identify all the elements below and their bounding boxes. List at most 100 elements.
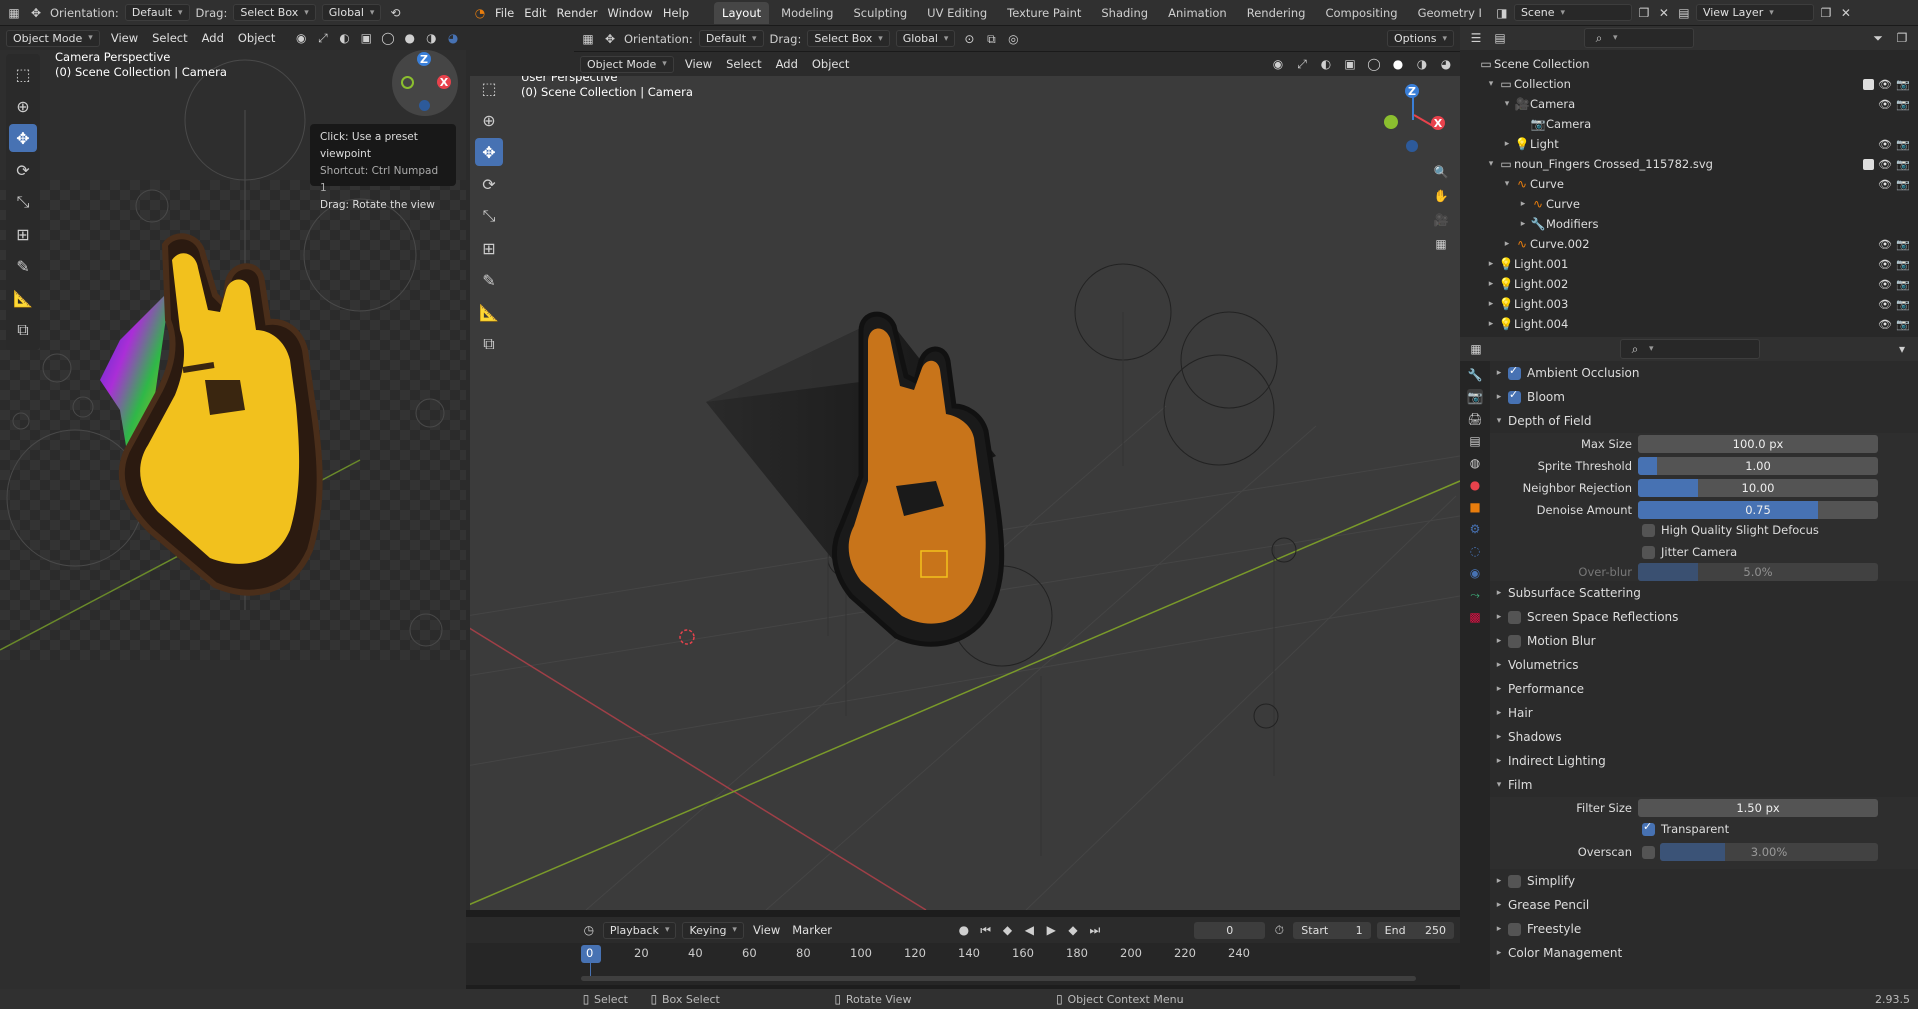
tab-texture-paint[interactable]: Texture Paint bbox=[999, 2, 1089, 24]
timeline-view-menu[interactable]: View bbox=[750, 923, 783, 937]
tab-geometry-nodes[interactable]: Geometry I bbox=[1410, 2, 1490, 24]
simplify-checkbox[interactable] bbox=[1508, 874, 1521, 888]
new-view-layer-icon[interactable]: ❐ bbox=[1818, 5, 1834, 21]
delete-view-layer-icon[interactable]: ✕ bbox=[1838, 5, 1854, 21]
scene-icon[interactable]: ◨ bbox=[1494, 5, 1510, 21]
main-add-cube-tool-icon[interactable]: ⧉ bbox=[475, 330, 503, 358]
neighbor-rejection-field[interactable]: 10.00 bbox=[1638, 479, 1878, 497]
jitter-camera-checkbox[interactable] bbox=[1642, 545, 1655, 559]
disclosure-triangle-icon[interactable]: ▸ bbox=[1484, 299, 1498, 309]
eye-icon[interactable]: 👁 bbox=[1878, 138, 1892, 151]
section-freestyle[interactable]: ▸ Freestyle bbox=[1490, 917, 1918, 941]
render-camera-icon[interactable]: 📷 bbox=[1896, 298, 1910, 311]
render-camera-icon[interactable]: 📷 bbox=[1896, 238, 1910, 251]
stopwatch-icon[interactable]: ⏱ bbox=[1271, 922, 1287, 938]
main-shading-wire-icon[interactable]: ◯ bbox=[1366, 56, 1382, 72]
gizmo-z-icon[interactable]: Z bbox=[417, 52, 431, 66]
eye-icon[interactable]: 👁 bbox=[1878, 318, 1892, 331]
main-viewport[interactable]: User Perspective (0) Scene Collection | … bbox=[466, 76, 1460, 910]
overlay-icon[interactable]: ◐ bbox=[338, 30, 352, 46]
disclosure-triangle-icon[interactable]: ▸ bbox=[1516, 199, 1530, 209]
world-tab-icon[interactable]: ● bbox=[1467, 477, 1483, 493]
material-tab-icon[interactable]: ▩ bbox=[1467, 609, 1483, 625]
keying-menu[interactable]: Keying bbox=[682, 921, 744, 939]
main-menu-select[interactable]: Select bbox=[723, 57, 764, 71]
ortho-grid-icon[interactable]: ▦ bbox=[1433, 236, 1449, 252]
cursor-tool-icon[interactable]: ⊕ bbox=[9, 92, 37, 120]
main-shading-material-icon[interactable]: ◑ bbox=[1414, 56, 1430, 72]
main-visibility-icon[interactable]: ◉ bbox=[1270, 56, 1286, 72]
left-menu-add[interactable]: Add bbox=[199, 31, 227, 45]
disclosure-triangle-icon[interactable]: ▸ bbox=[1500, 239, 1514, 249]
tool-tab-icon[interactable]: 🔧 bbox=[1467, 367, 1483, 383]
ambient-occlusion-checkbox[interactable] bbox=[1508, 364, 1521, 380]
overscan-field[interactable]: 3.00% bbox=[1660, 843, 1878, 861]
main-rotate-tool-icon[interactable]: ⟳ bbox=[475, 170, 503, 198]
bloom-row[interactable]: ▸ Bloom bbox=[1490, 385, 1918, 409]
denoise-amount-field[interactable]: 0.75 bbox=[1638, 501, 1878, 519]
gizmo-negz-icon[interactable] bbox=[419, 100, 430, 111]
main-xray-icon[interactable]: ▣ bbox=[1342, 56, 1358, 72]
main-menu-object[interactable]: Object bbox=[809, 57, 852, 71]
main-gizmo-x-icon[interactable]: X bbox=[1431, 116, 1445, 130]
annotate-tool-icon[interactable]: ✎ bbox=[9, 252, 37, 280]
outliner-row[interactable]: ▸ 🔧 Modifiers bbox=[1460, 214, 1918, 234]
bloom-checkbox[interactable] bbox=[1508, 388, 1521, 404]
scene-selector[interactable]: Scene bbox=[1513, 4, 1632, 21]
menu-render[interactable]: Render bbox=[554, 6, 601, 20]
max-size-field[interactable]: 100.0 px bbox=[1638, 435, 1878, 453]
menu-edit[interactable]: Edit bbox=[521, 6, 549, 20]
main-mode-dropdown[interactable]: Object Mode bbox=[580, 55, 674, 73]
tab-layout[interactable]: Layout bbox=[714, 1, 770, 24]
transparent-checkbox[interactable] bbox=[1642, 820, 1655, 836]
render-camera-icon[interactable]: 📷 bbox=[1896, 158, 1910, 171]
snap-icon[interactable]: ⟲ bbox=[387, 5, 403, 21]
main-scale-tool-icon[interactable]: ⤡ bbox=[475, 202, 503, 230]
eye-icon[interactable]: 👁 bbox=[1878, 158, 1892, 171]
section-film[interactable]: ▾ Film bbox=[1490, 773, 1918, 797]
rotate-tool-icon[interactable]: ⟳ bbox=[9, 156, 37, 184]
main-gizmo-icon[interactable]: ⤢ bbox=[1294, 56, 1310, 72]
transform-tool-icon[interactable]: ⊞ bbox=[9, 220, 37, 248]
transparent-row[interactable]: Transparent bbox=[1642, 820, 1729, 836]
shading-material-icon[interactable]: ◑ bbox=[425, 30, 439, 46]
gizmo-x-icon[interactable]: X bbox=[437, 75, 451, 89]
shading-rendered-icon[interactable]: ◕ bbox=[446, 30, 460, 46]
view-layer-selector[interactable]: View Layer bbox=[1695, 4, 1814, 21]
render-camera-icon[interactable]: 📷 bbox=[1896, 98, 1910, 111]
section-ssr[interactable]: ▸ Screen Space Reflections bbox=[1490, 605, 1918, 629]
left-mode-dropdown[interactable]: Object Mode bbox=[6, 29, 100, 47]
section-performance[interactable]: ▸ Performance bbox=[1490, 677, 1918, 701]
timeline-scrollbar[interactable] bbox=[581, 976, 1416, 981]
eye-icon[interactable]: 👁 bbox=[1878, 258, 1892, 271]
modifier-tab-icon[interactable]: ⚙ bbox=[1467, 521, 1483, 537]
render-camera-icon[interactable]: 📷 bbox=[1896, 138, 1910, 151]
current-frame-field[interactable]: 0 bbox=[1194, 921, 1266, 939]
eye-icon[interactable]: 👁 bbox=[1878, 238, 1892, 251]
left-menu-view[interactable]: View bbox=[108, 31, 141, 45]
section-grease-pencil[interactable]: ▸ Grease Pencil bbox=[1490, 893, 1918, 917]
play-icon[interactable]: ▶ bbox=[1043, 922, 1059, 938]
outliner-row[interactable]: ▾ ▭ Collection 👁 📷 bbox=[1460, 74, 1918, 94]
menu-window[interactable]: Window bbox=[604, 6, 655, 20]
main-menu-view[interactable]: View bbox=[682, 57, 715, 71]
main-gizmo-negz-icon[interactable] bbox=[1406, 140, 1418, 152]
tab-sculpting[interactable]: Sculpting bbox=[845, 2, 915, 24]
section-motion-blur[interactable]: ▸ Motion Blur bbox=[1490, 629, 1918, 653]
jump-end-icon[interactable]: ⏭ bbox=[1087, 922, 1103, 938]
section-subsurface[interactable]: ▸ Subsurface Scattering bbox=[1490, 581, 1918, 605]
menu-help[interactable]: Help bbox=[660, 6, 692, 20]
jitter-camera-row[interactable]: Jitter Camera bbox=[1642, 545, 1737, 559]
end-frame-field[interactable]: End 250 bbox=[1376, 921, 1455, 939]
disclosure-triangle-icon[interactable]: ▾ bbox=[1484, 79, 1498, 89]
outliner-row[interactable]: ▾ ∿ Curve 👁 📷 bbox=[1460, 174, 1918, 194]
disclosure-triangle-icon[interactable]: ▾ bbox=[1500, 179, 1514, 189]
play-reverse-icon[interactable]: ◀ bbox=[1021, 922, 1037, 938]
new-scene-icon[interactable]: ❐ bbox=[1636, 5, 1652, 21]
main-proportional-icon[interactable]: ◎ bbox=[1005, 31, 1021, 47]
shading-wire-icon[interactable]: ◯ bbox=[381, 30, 395, 46]
main-gizmo-y-icon[interactable] bbox=[1384, 115, 1398, 129]
overscan-checkbox[interactable] bbox=[1642, 846, 1655, 859]
disclosure-triangle-icon[interactable]: ▸ bbox=[1484, 319, 1498, 329]
prev-keyframe-icon[interactable]: ◆ bbox=[1000, 922, 1016, 938]
